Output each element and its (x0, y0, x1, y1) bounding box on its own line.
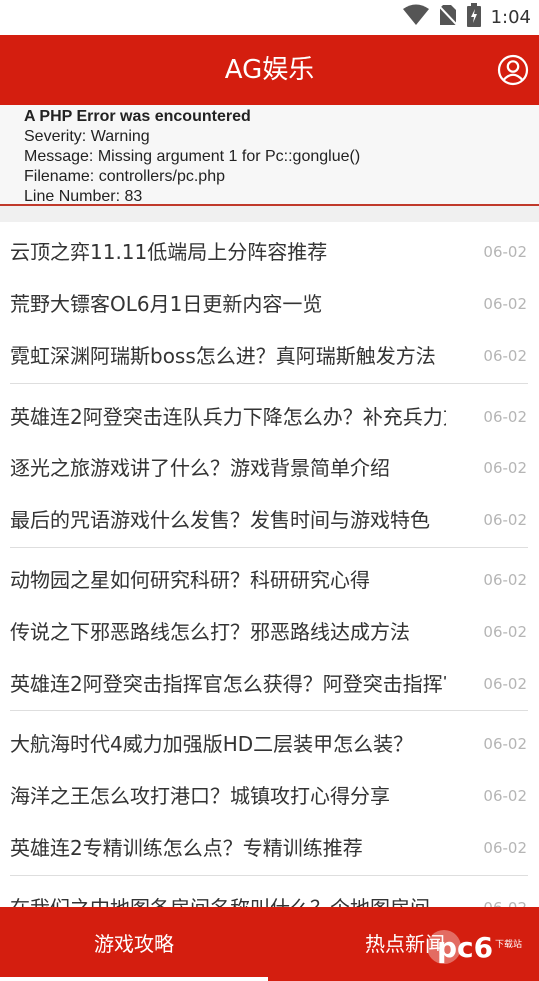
article-title: 动物园之星如何研究科研？科研研究心得 (10, 568, 370, 592)
article-title: 传说之下邪恶路线怎么打？邪恶路线达成方法 (10, 620, 410, 644)
article-title: 海洋之王怎么攻打港口？城镇攻打心得分享 (10, 784, 390, 808)
user-icon[interactable] (497, 54, 529, 86)
pc6-watermark-logo: pc6 下载站 (409, 927, 529, 967)
error-severity: Severity: Warning (24, 128, 150, 145)
article-title: 云顶之弈11.11低端局上分阵容推荐 (10, 240, 328, 264)
battery-charging-icon (466, 3, 481, 31)
article-date: 06-02 (483, 571, 527, 589)
list-item[interactable]: 英雄连2阿登突击连队兵力下降怎么办？补充兵力方法 06-02 (0, 391, 539, 443)
list-item[interactable]: 传说之下邪恶路线怎么打？邪恶路线达成方法 06-02 (0, 606, 539, 658)
list-item[interactable]: 荒野大镖客OL6月1日更新内容一览 06-02 (0, 278, 539, 330)
list-item[interactable]: 大航海时代4威力加强版HD二层装甲怎么装？ 06-02 (0, 718, 539, 770)
article-list: 云顶之弈11.11低端局上分阵容推荐 06-02 荒野大镖客OL6月1日更新内容一… (0, 222, 539, 912)
article-date: 06-02 (483, 243, 527, 261)
article-date: 06-02 (483, 295, 527, 313)
list-item[interactable]: 海洋之王怎么攻打港口？城镇攻打心得分享 06-02 (0, 770, 539, 822)
bottom-tab-bar: 游戏攻略 热点新闻 pc6 下载站 (0, 907, 539, 981)
status-time: 1:04 (490, 6, 531, 28)
article-date: 06-02 (483, 787, 527, 805)
divider (10, 547, 528, 548)
article-date: 06-02 (483, 347, 527, 365)
list-item[interactable]: 动物园之星如何研究科研？科研研究心得 06-02 (0, 554, 539, 606)
svg-text:下载站: 下载站 (495, 938, 522, 950)
wifi-icon (402, 4, 429, 30)
error-filename: Filename: controllers/pc.php (24, 168, 225, 185)
list-item[interactable]: 云顶之弈11.11低端局上分阵容推荐 06-02 (0, 226, 539, 278)
list-item[interactable]: 逐光之旅游戏讲了什么？游戏背景简单介绍 06-02 (0, 442, 539, 494)
divider (10, 710, 528, 711)
error-message: Message: Missing argument 1 for Pc::gong… (24, 148, 361, 165)
active-tab-indicator (0, 977, 268, 981)
list-item[interactable]: 霓虹深渊阿瑞斯boss怎么进？真阿瑞斯触发方法 06-02 (0, 330, 539, 382)
list-item[interactable]: 英雄连2阿登突击指挥官怎么获得？阿登突击指挥官 06-02 (0, 658, 539, 710)
article-title: 最后的咒语游戏什么发售？发售时间与游戏特色 (10, 508, 430, 532)
article-date: 06-02 (483, 675, 527, 693)
app-title: AG娱乐 (224, 55, 315, 85)
status-bar: 1:04 (0, 0, 539, 35)
article-title: 逐光之旅游戏讲了什么？游戏背景简单介绍 (10, 456, 390, 480)
list-item[interactable]: 英雄连2专精训练怎么点？专精训练推荐 06-02 (0, 822, 539, 874)
article-title: 英雄连2阿登突击连队兵力下降怎么办？补充兵力方法 (10, 405, 446, 429)
list-item[interactable]: 最后的咒语游戏什么发售？发售时间与游戏特色 06-02 (0, 494, 539, 546)
article-title: 荒野大镖客OL6月1日更新内容一览 (10, 292, 323, 316)
svg-text:pc6: pc6 (437, 931, 493, 964)
divider (10, 383, 528, 384)
article-date: 06-02 (483, 459, 527, 477)
error-line: Line Number: 83 (24, 188, 143, 205)
article-title: 霓虹深渊阿瑞斯boss怎么进？真阿瑞斯触发方法 (10, 344, 436, 368)
no-sim-icon (437, 4, 458, 30)
article-title: 英雄连2专精训练怎么点？专精训练推荐 (10, 836, 363, 860)
article-date: 06-02 (483, 511, 527, 529)
article-title: 大航海时代4威力加强版HD二层装甲怎么装？ (10, 732, 414, 756)
app-header: AG娱乐 (0, 35, 539, 105)
article-date: 06-02 (483, 623, 527, 641)
error-title: A PHP Error was encountered (24, 108, 251, 125)
tab-game-guides[interactable]: 游戏攻略 (0, 907, 268, 981)
article-date: 06-02 (483, 839, 527, 857)
article-date: 06-02 (483, 408, 527, 426)
php-error-box: A PHP Error was encountered Severity: Wa… (0, 105, 539, 206)
divider (10, 875, 528, 876)
article-title: 英雄连2阿登突击指挥官怎么获得？阿登突击指挥官 (10, 672, 446, 696)
article-date: 06-02 (483, 735, 527, 753)
